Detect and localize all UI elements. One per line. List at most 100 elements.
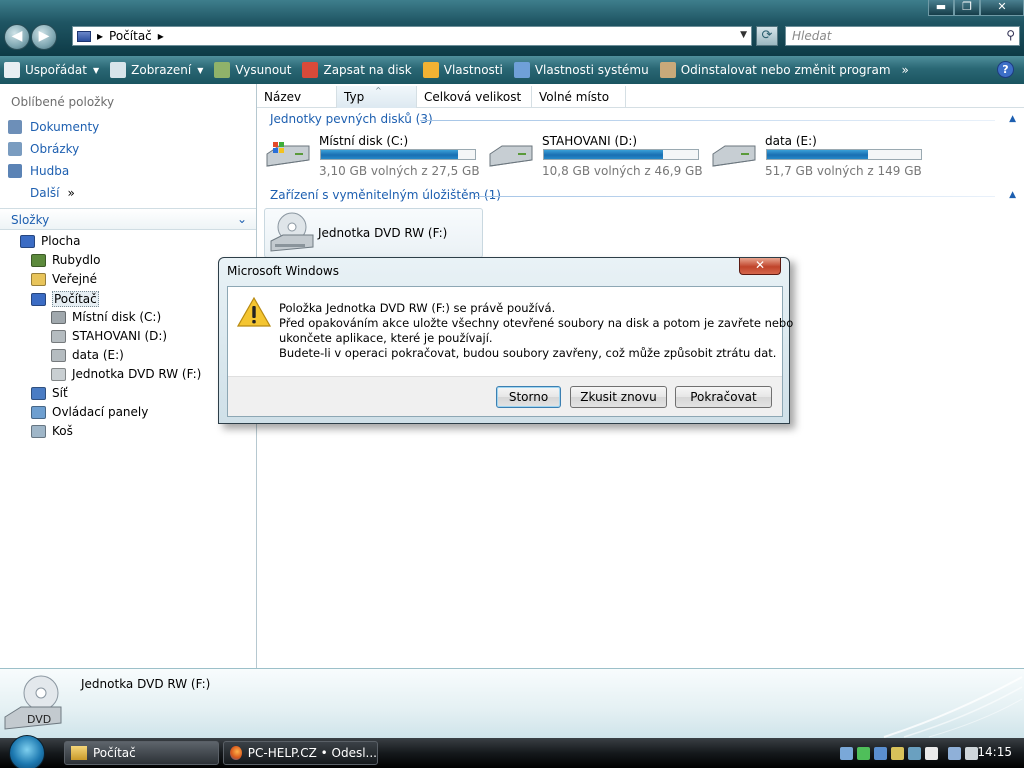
- tray-icon[interactable]: [874, 746, 887, 760]
- chevron-down-icon[interactable]: ▼: [197, 66, 203, 75]
- favorites-title: Oblíbené položky: [11, 95, 115, 109]
- tree-item[interactable]: Ovládací panely: [31, 405, 148, 419]
- task-browser[interactable]: PC-HELP.CZ • Odesl...: [223, 741, 378, 765]
- tree-item[interactable]: Síť: [31, 386, 68, 400]
- toolbar-eject-button[interactable]: Vysunout: [214, 62, 291, 78]
- burn-disc-icon: [302, 62, 319, 78]
- toolbar-organize-button[interactable]: Uspořádat ▼: [4, 62, 99, 78]
- tray-icon[interactable]: [891, 746, 904, 760]
- column-name[interactable]: Název: [257, 86, 337, 108]
- address-separator[interactable]: ▸: [97, 29, 103, 43]
- collapse-icon[interactable]: ▲: [1009, 114, 1016, 124]
- toolbar-properties-button[interactable]: Vlastnosti: [422, 62, 503, 78]
- column-header: Název Typ Celková velikost Volné místo ^: [257, 86, 1024, 108]
- search-icon[interactable]: ⚲: [1006, 28, 1015, 42]
- organize-icon: [4, 62, 20, 78]
- favorite-pictures[interactable]: Obrázky: [8, 142, 79, 156]
- maximize-button[interactable]: ❐: [954, 0, 980, 16]
- volume-icon[interactable]: [965, 746, 978, 760]
- more-chevron-icon[interactable]: »: [68, 186, 75, 200]
- user-folder-icon: [31, 253, 46, 267]
- tree-item[interactable]: Počítač: [31, 291, 99, 307]
- start-button[interactable]: [9, 735, 45, 768]
- close-button[interactable]: ✕: [980, 0, 1024, 16]
- toolbar-burn-disc-button[interactable]: Zapsat na disk: [302, 62, 412, 78]
- tree-item[interactable]: Jednotka DVD RW (F:): [51, 367, 201, 381]
- favorite-more[interactable]: Další »: [8, 186, 75, 200]
- retry-button[interactable]: Zkusit znovu: [570, 386, 667, 408]
- usage-bar-fill: [321, 150, 458, 159]
- tree-item-label: Plocha: [41, 234, 81, 248]
- tree-item[interactable]: Rubydlo: [31, 253, 100, 267]
- drive-name: STAHOVANI (D:): [542, 134, 638, 148]
- favorite-documents[interactable]: Dokumenty: [8, 120, 99, 134]
- dialog-title: Microsoft Windows: [227, 264, 339, 278]
- usage-bar: [320, 149, 476, 160]
- drive-tile[interactable]: STAHOVANI (D:) 10,8 GB volných z 46,9 GB: [488, 134, 703, 180]
- tree-item[interactable]: Koš: [31, 424, 73, 438]
- tree-item-label: Místní disk (C:): [72, 310, 162, 324]
- tree-item-label: Síť: [52, 386, 68, 400]
- views-icon: [110, 62, 127, 78]
- collapse-icon[interactable]: ▲: [1009, 190, 1016, 200]
- forward-button[interactable]: ▶: [31, 24, 57, 50]
- tree-item[interactable]: Místní disk (C:): [51, 310, 161, 324]
- tray-icon[interactable]: [908, 746, 921, 760]
- toolbar-uninstall-button[interactable]: Odinstalovat nebo změnit program: [659, 62, 891, 78]
- search-input[interactable]: Hledat ⚲: [785, 26, 1020, 46]
- window-controls: ▬ ❐ ✕: [928, 0, 1024, 16]
- tree-item[interactable]: Plocha: [20, 234, 80, 248]
- dvd-drive-tile[interactable]: Jednotka DVD RW (F:): [264, 208, 483, 258]
- public-folder-icon: [31, 272, 46, 286]
- toolbar-label: Zobrazení: [131, 63, 192, 77]
- toolbar-more-button[interactable]: »: [902, 63, 909, 77]
- task-label: Počítač: [93, 746, 136, 760]
- cancel-button[interactable]: Storno: [496, 386, 561, 408]
- drive-tile[interactable]: data (E:) 51,7 GB volných z 149 GB: [711, 134, 926, 180]
- help-button[interactable]: ?: [997, 61, 1014, 78]
- dialog-close-button[interactable]: ✕: [739, 258, 781, 275]
- tree-item[interactable]: STAHOVANI (D:): [51, 329, 167, 343]
- favorite-music[interactable]: Hudba: [8, 164, 69, 178]
- toolbar-views-button[interactable]: Zobrazení ▼: [110, 62, 203, 78]
- dialog-button-bar: Storno Zkusit znovu Pokračovat: [228, 376, 782, 416]
- tray-icon[interactable]: [840, 746, 853, 760]
- task-computer[interactable]: Počítač: [64, 741, 219, 765]
- clock[interactable]: 14:15: [977, 745, 1012, 759]
- chevron-down-icon[interactable]: ▼: [93, 66, 99, 75]
- pictures-icon: [8, 142, 22, 156]
- group-hard-drives[interactable]: Jednotky pevných disků (3): [270, 112, 433, 126]
- address-bar[interactable]: ▸ Počítač ▸ ▼: [72, 26, 752, 46]
- address-separator-2[interactable]: ▸: [158, 29, 164, 43]
- back-button[interactable]: ◀: [4, 24, 30, 50]
- decorative-swoosh: [883, 676, 1023, 738]
- minimize-button[interactable]: ▬: [928, 0, 954, 16]
- tree-item-label: Ovládací panely: [52, 405, 149, 419]
- breadcrumb-computer[interactable]: Počítač: [109, 29, 152, 43]
- group-removable[interactable]: Zařízení s vyměnitelným úložištěm (1): [270, 188, 501, 202]
- hard-drive-icon: [51, 348, 66, 362]
- properties-icon: [422, 62, 439, 78]
- address-dropdown-icon[interactable]: ▼: [740, 30, 747, 40]
- tray-icon[interactable]: [857, 746, 870, 760]
- favorite-label: Hudba: [30, 164, 70, 178]
- toolbar-system-properties-button[interactable]: Vlastnosti systému: [513, 62, 649, 78]
- tree-item[interactable]: data (E:): [51, 348, 124, 362]
- window-chrome: ▬ ❐ ✕ ◀ ▶ ▸ Počítač ▸ ▼ ⟳ Hledat ⚲: [0, 0, 1024, 56]
- computer-icon: [77, 30, 91, 42]
- continue-button[interactable]: Pokračovat: [675, 386, 772, 408]
- tray-icon[interactable]: [925, 746, 938, 760]
- chevron-down-icon[interactable]: ⌄: [237, 212, 247, 226]
- drive-tile[interactable]: Místní disk (C:) 3,10 GB volných z 27,5 G…: [265, 134, 480, 180]
- taskbar: Počítač PC-HELP.CZ • Odesl... 14:15: [0, 735, 1024, 768]
- tree-item[interactable]: Veřejné: [31, 272, 97, 286]
- refresh-button[interactable]: ⟳: [756, 26, 778, 46]
- column-free-space[interactable]: Volné místo: [532, 86, 626, 108]
- music-icon: [8, 164, 22, 178]
- folders-header[interactable]: Složky ⌄: [0, 208, 256, 230]
- column-total-size[interactable]: Celková velikost: [417, 86, 532, 108]
- toolbar-label: Uspořádat: [25, 63, 87, 77]
- network-icon[interactable]: [948, 746, 961, 760]
- hard-drive-icon: [489, 145, 533, 167]
